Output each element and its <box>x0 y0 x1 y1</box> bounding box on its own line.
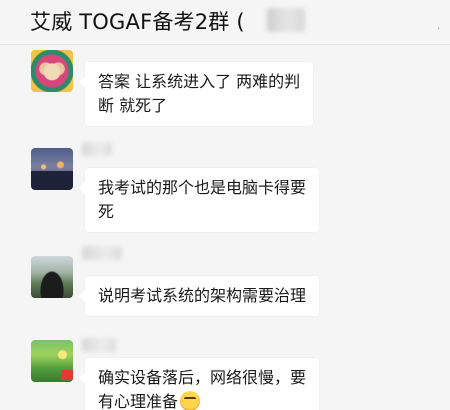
message-text: 有心理准备 <box>98 392 179 410</box>
chat-window: 艾威 TOGAF备考2群 ( · 答案 让系统进入了 两难的判 断 就死了 我考… <box>0 0 450 410</box>
message-bubble[interactable]: 确实设备落后，网络很慢，要 有心理准备 <box>78 358 320 410</box>
avatar[interactable] <box>31 340 73 382</box>
more-dots-icon[interactable]: · <box>437 24 440 35</box>
message-text: 答案 让系统进入了 两难的判 <box>98 72 301 91</box>
chat-header: 艾威 TOGAF备考2群 ( · <box>0 0 450 45</box>
blurred-sender-name <box>82 142 112 156</box>
blurred-member-count <box>267 8 305 32</box>
sweat-smile-emoji-icon <box>180 391 201 410</box>
message-text: 断 就死了 <box>98 96 168 115</box>
blurred-sender-name <box>82 338 116 352</box>
message-bubble[interactable]: 我考试的那个也是电脑卡得要 死 <box>78 168 320 232</box>
blurred-sender-name <box>82 246 122 260</box>
avatar[interactable] <box>31 50 73 92</box>
avatar[interactable] <box>31 148 73 190</box>
avatar[interactable] <box>31 256 73 298</box>
message-text: 确实设备落后，网络很慢，要 <box>98 368 307 387</box>
message-text: 我考试的那个也是电脑卡得要 <box>98 178 307 197</box>
message-bubble[interactable]: 说明考试系统的架构需要治理 <box>78 276 320 316</box>
flag-icon <box>61 370 73 380</box>
message-bubble[interactable]: 答案 让系统进入了 两难的判 断 就死了 <box>78 62 314 126</box>
chat-title: 艾威 TOGAF备考2群 ( <box>30 10 245 34</box>
message-text: 说明考试系统的架构需要治理 <box>98 286 307 305</box>
message-text-line: 有心理准备 <box>98 390 306 410</box>
message-text: 死 <box>98 202 115 221</box>
